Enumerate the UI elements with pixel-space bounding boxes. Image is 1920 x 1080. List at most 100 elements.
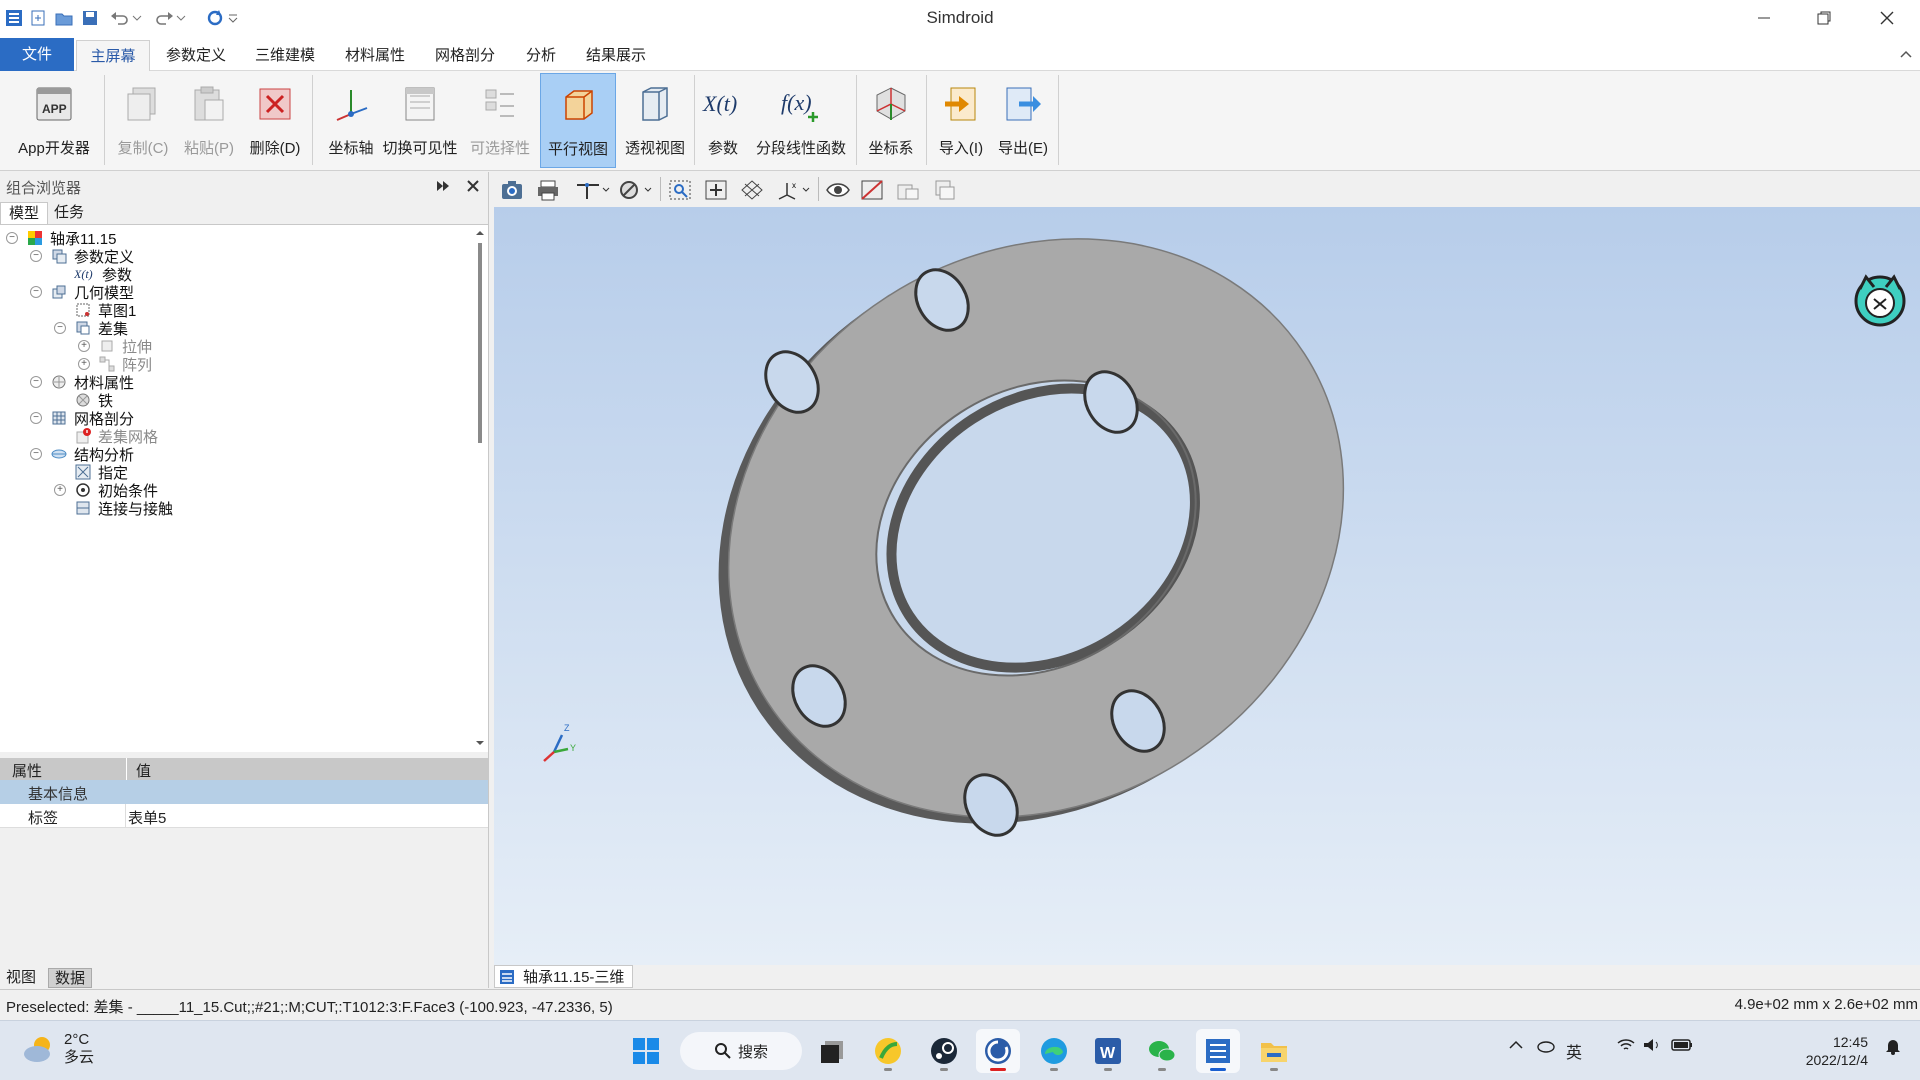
close-panel-icon[interactable] [467,179,479,196]
start-button[interactable] [624,1029,668,1073]
new-file-icon[interactable] [26,6,50,30]
copy-button[interactable]: 复制(C) [110,73,176,168]
clip-box-icon[interactable] [894,177,922,203]
axis-orientation-dropdown-icon[interactable]: x [774,177,814,203]
svg-text:X(t): X(t) [74,267,93,281]
property-value[interactable]: 表单5 [128,807,166,828]
document-tab-3d[interactable]: 轴承11.15-三维 [494,965,634,988]
parallel-view-label: 平行视图 [547,141,608,158]
tab-analysis[interactable]: 分析 [516,40,566,71]
coordinate-axis-button[interactable]: 坐标轴 [316,73,386,168]
taskbar-app-edge[interactable] [1032,1029,1076,1073]
zoom-box-icon[interactable] [666,177,694,203]
battery-icon[interactable] [1670,1037,1694,1058]
tab-task[interactable]: 任务 [46,202,92,224]
screenshot-camera-icon[interactable] [498,177,526,203]
expand-icon[interactable]: + [78,358,90,370]
customize-quick-access-icon[interactable] [226,6,240,30]
taskbar-app-browser[interactable] [866,1029,910,1073]
float-panel-icon[interactable] [436,179,450,197]
property-group-basic-info[interactable]: 基本信息 [0,780,488,804]
taskbar-app-netease[interactable] [976,1029,1020,1073]
collapse-icon[interactable]: − [30,376,42,388]
show-hidden-icons[interactable] [1508,1037,1524,1058]
print-icon[interactable] [534,177,562,203]
toggle-visibility-button[interactable]: 切换可见性 [380,73,460,168]
notification-bell-icon[interactable] [1884,1037,1902,1060]
music-app-icon [985,1038,1011,1064]
undo-icon[interactable] [108,6,132,30]
tree-scrollbar[interactable] [474,227,486,751]
tab-home[interactable]: 主屏幕 [76,40,150,71]
redo-dropdown-icon[interactable] [174,6,188,30]
collapse-ribbon-icon[interactable] [1900,46,1912,63]
bearing-flange-model[interactable] [494,207,1920,965]
taskbar-app-word[interactable]: W [1086,1029,1130,1073]
navigation-cube-icon[interactable] [1850,271,1910,331]
close-button[interactable] [1857,0,1917,36]
open-folder-icon[interactable] [52,6,76,30]
perspective-view-label: 透视视图 [624,140,685,157]
property-header: 属性 值 [0,758,488,780]
import-button[interactable]: 导入(I) [930,73,992,168]
tab-param-def[interactable]: 参数定义 [157,40,235,71]
undo-dropdown-icon[interactable] [130,6,144,30]
paste-button[interactable]: 粘贴(P) [176,73,242,168]
tab-model[interactable]: 模型 [0,202,49,224]
input-method-indicator[interactable]: 英 [1566,1039,1582,1063]
taskbar-app-simdroid[interactable] [1196,1029,1240,1073]
collapse-icon[interactable]: − [30,286,42,298]
restore-button[interactable] [1794,0,1854,36]
params-button[interactable]: X(t) 参数 [698,73,748,168]
selectability-button[interactable]: 可选择性 [462,73,538,168]
piecewise-linear-function-button[interactable]: f(x) 分段线性函数 [748,73,854,168]
tab-view[interactable]: 视图 [0,968,42,988]
volume-icon[interactable] [1642,1037,1662,1058]
fit-all-icon[interactable] [702,177,730,203]
tab-mesh[interactable]: 网格剖分 [426,40,504,71]
wifi-icon[interactable] [1616,1037,1636,1058]
collapse-icon[interactable]: − [54,322,66,334]
onedrive-cloud-icon[interactable] [1536,1037,1556,1058]
app-developer-button[interactable]: APP App开发器 [6,73,102,168]
save-icon[interactable] [78,6,102,30]
redo-icon[interactable] [152,6,176,30]
axis-view-dropdown-icon[interactable] [572,177,612,203]
delete-button[interactable]: 删除(D) [242,73,308,168]
tab-results[interactable]: 结果展示 [576,40,656,71]
collapse-icon[interactable]: − [6,232,18,244]
export-button[interactable]: 导出(E) [992,73,1054,168]
collapse-icon[interactable]: − [30,412,42,424]
coordinate-system-button[interactable]: 坐标系 [860,73,922,168]
tab-3d-modeling[interactable]: 三维建模 [246,40,324,71]
taskbar-app-steam[interactable] [922,1029,966,1073]
svg-text:f(x): f(x) [781,90,812,115]
property-row-label[interactable]: 标签 表单5 [0,804,488,828]
taskbar-app-wechat[interactable] [1140,1029,1184,1073]
expand-icon[interactable]: + [78,340,90,352]
clip-restore-icon[interactable] [930,177,958,203]
refresh-icon[interactable] [203,6,227,30]
tree-node-contact[interactable]: 连接与接触 [54,497,173,519]
task-view-button[interactable] [810,1029,854,1073]
no-select-dropdown-icon[interactable] [616,177,656,203]
tab-material[interactable]: 材料属性 [336,40,414,71]
fit-selection-icon[interactable] [738,177,766,203]
section-plane-icon[interactable] [858,177,886,203]
collapse-icon[interactable]: − [30,448,42,460]
minimize-button[interactable] [1734,0,1794,36]
system-clock[interactable]: 12:45 2022/12/4 [1806,1033,1868,1069]
menu-file[interactable]: 文件 [0,38,74,71]
view-toolbar: x [494,172,1920,206]
perspective-view-button[interactable]: 透视视图 [618,73,692,168]
weather-widget[interactable]: 2°C 多云 [22,1031,94,1067]
taskbar-search[interactable]: 搜索 [680,1032,802,1070]
expand-icon[interactable]: + [54,484,66,496]
tab-data[interactable]: 数据 [48,968,93,988]
taskbar-app-explorer[interactable] [1252,1029,1296,1073]
collapse-icon[interactable]: − [30,250,42,262]
parallel-view-button[interactable]: 平行视图 [540,73,616,168]
3d-viewport[interactable]: Z Y [494,207,1920,965]
visibility-eye-icon[interactable] [824,177,852,203]
model-tree: − 轴承11.15 − 参数定义 X(t) 参数 − 几何模型 草图1 − 差集… [0,224,488,752]
